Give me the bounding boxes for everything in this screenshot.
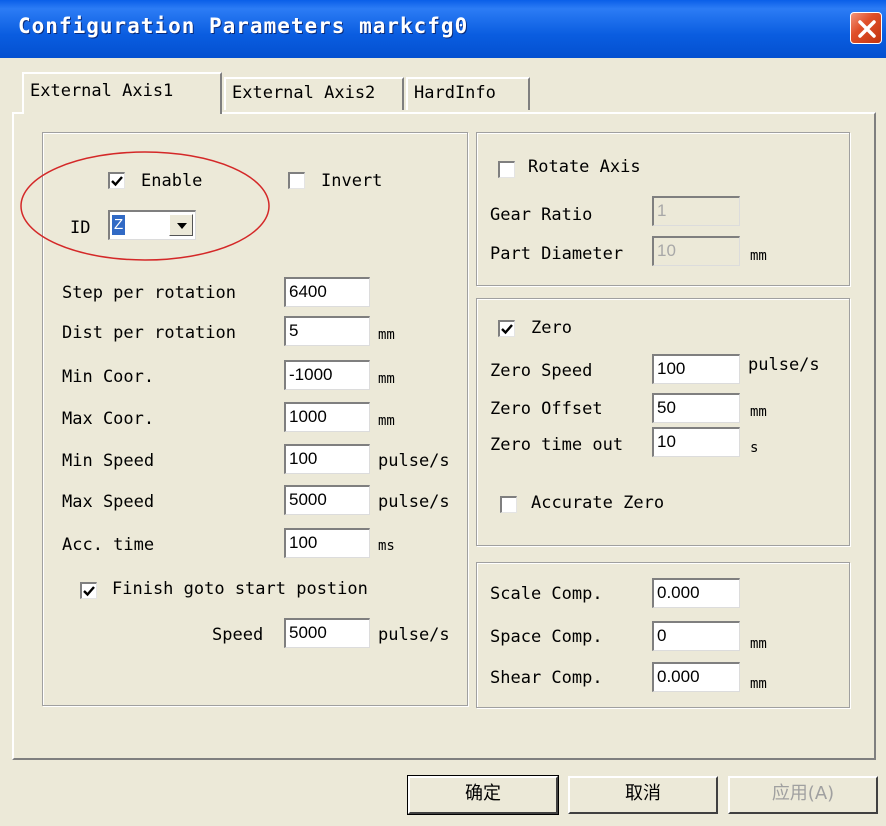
tab-label: External Axis2 [232,83,376,103]
part-diameter-label: Part Diameter [490,244,624,264]
acc-time-input[interactable]: 100 [284,528,370,558]
chevron-down-icon [177,223,187,229]
shear-comp-unit: mm [750,676,767,692]
checkmark-icon [111,176,123,187]
dist-per-rotation-label: Dist per rotation [62,323,236,343]
accurate-zero-checkbox[interactable] [500,496,517,513]
tab-label: HardInfo [414,83,496,103]
zero-label: Zero [531,318,572,338]
id-dropdown[interactable]: Z [108,210,196,240]
min-coor-unit: mm [378,371,395,387]
acc-time-unit: ms [378,538,395,554]
zero-checkbox[interactable] [498,320,515,337]
enable-checkbox[interactable] [108,172,125,189]
window-title: Configuration Parameters markcfg0 [18,14,469,38]
tab-external-axis2[interactable]: External Axis2 [224,77,404,110]
accurate-zero-label: Accurate Zero [531,493,665,513]
ok-button[interactable]: 确定 [407,775,559,815]
zero-speed-label: Zero Speed [490,361,593,381]
tab-label: External Axis1 [30,81,174,101]
space-comp-unit: mm [750,636,767,652]
max-speed-unit: pulse/s [378,492,450,512]
step-per-rotation-label: Step per rotation [62,283,236,303]
close-button[interactable] [850,12,882,44]
dropdown-button[interactable] [169,214,193,236]
max-coor-unit: mm [378,413,395,429]
zero-speed-unit: pulse/s [748,355,820,375]
speed-input[interactable]: 5000 [284,618,370,648]
acc-time-label: Acc. time [62,535,155,555]
min-speed-input[interactable]: 100 [284,444,370,474]
scale-comp-input[interactable]: 0.000 [652,578,740,608]
gear-ratio-label: Gear Ratio [490,205,593,225]
max-speed-label: Max Speed [62,492,155,512]
finish-goto-label: Finish goto start postion [112,579,368,599]
tab-hardinfo[interactable]: HardInfo [406,77,530,110]
min-speed-unit: pulse/s [378,451,450,471]
zero-timeout-label: Zero time out [490,435,624,455]
part-diameter-input[interactable]: 10 [652,236,740,266]
config-dialog: Configuration Parameters markcfg0 Extern… [0,0,886,826]
zero-speed-input[interactable]: 100 [652,354,740,384]
zero-offset-input[interactable]: 50 [652,393,740,423]
min-coor-label: Min Coor. [62,367,155,387]
space-comp-input[interactable]: 0 [652,621,740,651]
max-coor-label: Max Coor. [62,409,155,429]
speed-unit: pulse/s [378,625,450,645]
checkmark-icon [501,324,513,335]
checkmark-icon [83,586,95,597]
id-value: Z [112,215,126,235]
min-speed-label: Min Speed [62,451,155,471]
invert-checkbox[interactable] [288,172,305,189]
min-coor-input[interactable]: -1000 [284,360,370,390]
step-per-rotation-input[interactable]: 6400 [284,277,370,307]
shear-comp-label: Shear Comp. [490,668,603,688]
title-bar[interactable]: Configuration Parameters markcfg0 [0,0,886,58]
max-speed-input[interactable]: 5000 [284,485,370,515]
gear-ratio-input[interactable]: 1 [652,196,740,226]
zero-timeout-unit: s [750,440,759,456]
shear-comp-input[interactable]: 0.000 [652,662,740,692]
space-comp-label: Space Comp. [490,627,603,647]
invert-label: Invert [321,171,383,191]
rotate-axis-checkbox[interactable] [498,161,515,178]
apply-button[interactable]: 应用(A) [728,776,878,814]
tab-external-axis1[interactable]: External Axis1 [22,72,222,114]
dist-per-rotation-unit: mm [378,327,395,343]
max-coor-input[interactable]: 1000 [284,402,370,432]
scale-comp-label: Scale Comp. [490,584,603,604]
speed-label: Speed [212,625,264,645]
zero-timeout-input[interactable]: 10 [652,427,740,457]
finish-goto-checkbox[interactable] [80,582,97,599]
zero-offset-label: Zero Offset [490,399,603,419]
cancel-button[interactable]: 取消 [568,776,718,814]
close-icon [858,20,876,38]
zero-offset-unit: mm [750,404,767,420]
enable-label: Enable [141,171,203,191]
rotate-axis-label: Rotate Axis [528,157,641,177]
id-label: ID [70,218,91,238]
dist-per-rotation-input[interactable]: 5 [284,316,370,346]
part-diameter-unit: mm [750,248,767,264]
